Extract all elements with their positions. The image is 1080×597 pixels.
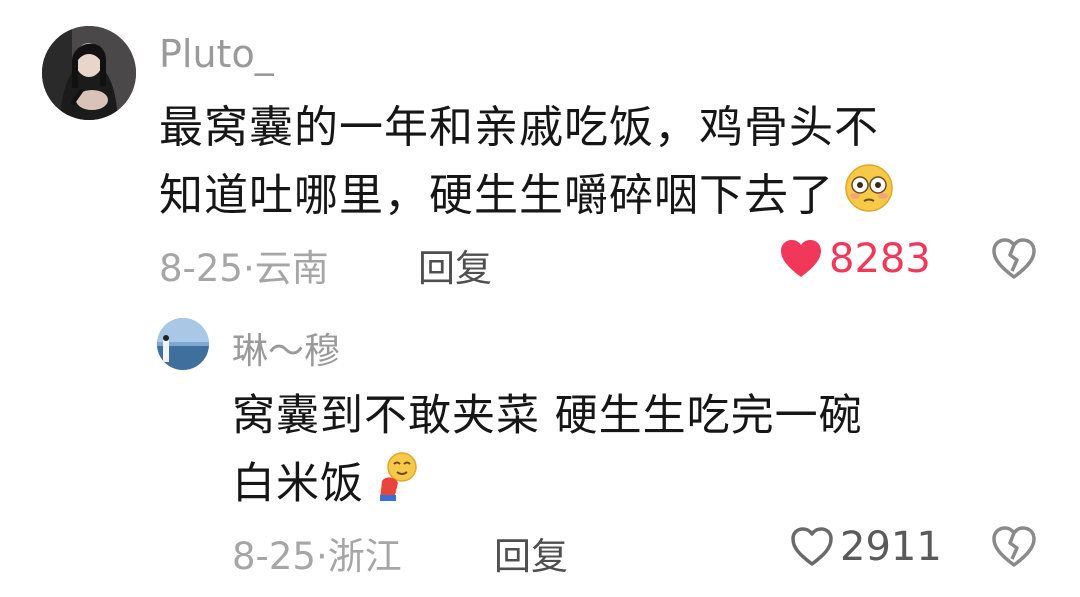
heart-filled-icon [779, 238, 823, 280]
reply-location: 浙江 [327, 535, 402, 578]
comment-date: 8-25 [159, 247, 243, 290]
reply-meta: 8-25·浙江 [232, 526, 402, 580]
reply-text: 窝囊到不敢夹菜 硬生生吃完一碗 白米饭 [232, 382, 1032, 523]
reply-username[interactable]: 琳～穆 [232, 322, 340, 374]
like-count: 8283 [829, 236, 931, 282]
bowing-face-emoji-icon [372, 451, 424, 523]
reply-date: 8-25 [232, 535, 316, 578]
comment-text: 最窝囊的一年和亲戚吃饭，鸡骨头不 知道吐哪里，硬生生嚼碎咽下去了 [159, 94, 1039, 233]
dislike-button[interactable] [992, 238, 1036, 284]
avatar-image [42, 26, 136, 120]
comment-text-line: 最窝囊的一年和亲戚吃饭，鸡骨头不 [159, 102, 879, 153]
reply-dislike-button[interactable] [992, 526, 1036, 572]
reply-text-line2: 白米饭 [232, 459, 364, 509]
meta-separator: · [242, 247, 255, 290]
comment-text-line: 知道吐哪里，硬生生嚼碎咽下去了 [159, 162, 1039, 233]
heart-outline-icon [790, 526, 834, 568]
reply-avatar-image [157, 318, 209, 370]
reply-text-line: 窝囊到不敢夹菜 硬生生吃完一碗 [232, 391, 863, 441]
like-button[interactable]: 8283 [779, 236, 931, 282]
broken-heart-icon [992, 238, 1036, 284]
comment-text-line2: 知道吐哪里，硬生生嚼碎咽下去了 [159, 170, 834, 221]
broken-heart-icon [992, 526, 1036, 572]
flushed-face-emoji-icon [844, 163, 894, 233]
avatar[interactable] [42, 26, 136, 120]
comment-username[interactable]: Pluto_ [159, 32, 274, 76]
reply-button[interactable]: 回复 [418, 238, 492, 292]
reply-text-line: 白米饭 [232, 450, 1032, 523]
meta-separator: · [315, 535, 328, 578]
reply-avatar[interactable] [157, 318, 209, 370]
reply-reply-button[interactable]: 回复 [494, 526, 568, 580]
reply-like-count: 2911 [840, 524, 942, 570]
comment-location: 云南 [254, 247, 329, 290]
reply-like-button[interactable]: 2911 [790, 524, 942, 570]
comment-meta: 8-25·云南 [159, 238, 329, 292]
